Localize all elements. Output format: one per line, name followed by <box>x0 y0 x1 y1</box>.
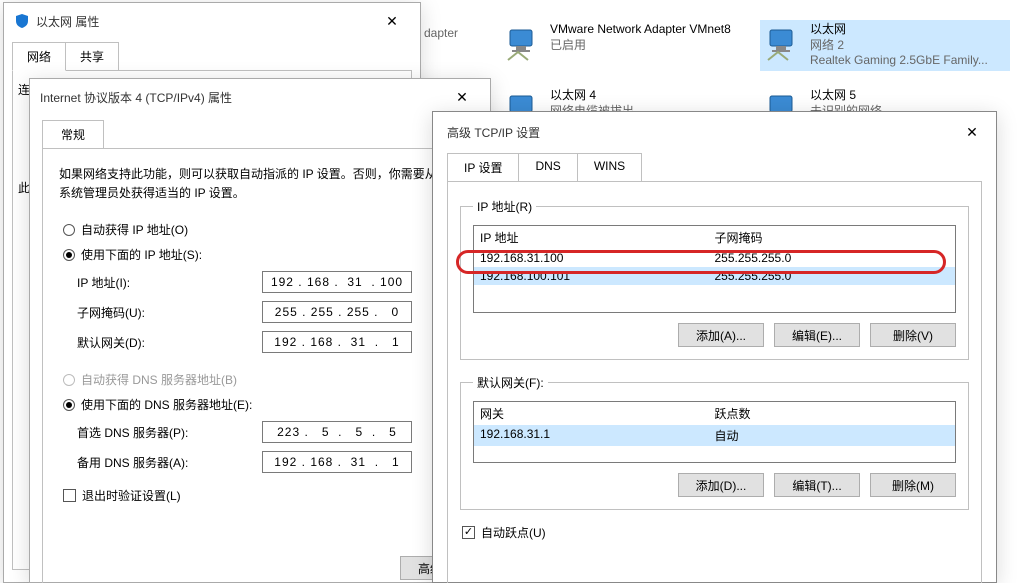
cell-gw: 192.168.31.1 <box>480 427 715 444</box>
network-name: 以太网 4 <box>550 88 634 104</box>
network-name: VMware Network Adapter VMnet8 <box>550 22 731 38</box>
radio-label: 自动获得 DNS 服务器地址(B) <box>81 371 237 388</box>
network-status: 已启用 <box>550 38 731 54</box>
advanced-tcpip-dialog: 高级 TCP/IP 设置 ✕ IP 设置 DNS WINS IP 地址(R) I… <box>432 111 997 583</box>
ip-row[interactable]: 192.168.100.101 255.255.255.0 <box>474 267 955 285</box>
dns1-row: 首选 DNS 服务器(P): <box>77 421 461 443</box>
network-icon <box>764 22 804 66</box>
tabs: 网络 共享 <box>12 41 412 70</box>
cell-mask: 255.255.255.0 <box>715 269 950 283</box>
radio-label: 使用下面的 DNS 服务器地址(E): <box>81 396 252 413</box>
add-ip-button[interactable]: 添加(A)... <box>678 323 764 347</box>
radio-auto-dns-row: 自动获得 DNS 服务器地址(B) <box>63 371 461 388</box>
edit-ip-button[interactable]: 编辑(E)... <box>774 323 860 347</box>
head-addr: IP 地址 <box>480 229 715 246</box>
ipv4-properties-dialog: Internet 协议版本 4 (TCP/IPv4) 属性 ✕ 常规 如果网络支… <box>29 78 491 583</box>
dns2-row: 备用 DNS 服务器(A): <box>77 451 461 473</box>
delete-gw-button[interactable]: 删除(M) <box>870 473 956 497</box>
cell-addr: 192.168.100.101 <box>480 269 715 283</box>
title-text: 高级 TCP/IP 设置 <box>447 124 954 141</box>
tabs: IP 设置 DNS WINS <box>447 152 982 181</box>
description-text: 如果网络支持此功能，则可以获取自动指派的 IP 设置。否则，你需要从网络系统管理… <box>59 165 461 203</box>
close-button[interactable]: ✕ <box>954 120 990 144</box>
head-mask: 子网掩码 <box>715 229 950 246</box>
checkbox-icon <box>63 489 76 502</box>
network-detail: Realtek Gaming 2.5GbE Family... <box>810 53 988 69</box>
cell-metric: 自动 <box>715 427 950 444</box>
radio-icon <box>63 249 75 261</box>
network-name: 以太网 <box>810 22 988 38</box>
tab-dns[interactable]: DNS <box>519 153 577 182</box>
network-item-vmnet8[interactable]: VMware Network Adapter VMnet8 已启用 <box>500 20 750 68</box>
group-label: IP 地址(R) <box>473 198 536 215</box>
checkbox-icon <box>462 526 475 539</box>
ip-label: IP 地址(I): <box>77 274 262 291</box>
ip-address-row: IP 地址(I): <box>77 271 461 293</box>
cell-addr: 192.168.31.100 <box>480 251 715 265</box>
delete-ip-button[interactable]: 删除(V) <box>870 323 956 347</box>
ip-row[interactable]: 192.168.31.100 255.255.255.0 <box>474 249 955 267</box>
list-header: 网关 跃点数 <box>474 402 955 425</box>
network-item-ethernet[interactable]: 以太网 网络 2 Realtek Gaming 2.5GbE Family... <box>760 20 1010 71</box>
gw-input[interactable] <box>262 331 412 353</box>
close-button[interactable]: ✕ <box>444 85 480 109</box>
title-text: 以太网 属性 <box>36 13 374 30</box>
shield-icon <box>14 13 30 29</box>
gw-row[interactable]: 192.168.31.1 自动 <box>474 425 955 446</box>
radio-label: 使用下面的 IP 地址(S): <box>81 246 202 263</box>
checkbox-label: 退出时验证设置(L) <box>82 487 181 504</box>
mask-label: 子网掩码(U): <box>77 304 262 321</box>
network-name: 以太网 5 <box>810 88 882 104</box>
head-gw: 网关 <box>480 405 715 422</box>
tab-sharing[interactable]: 共享 <box>66 42 119 71</box>
radio-icon <box>63 224 75 236</box>
dns1-label: 首选 DNS 服务器(P): <box>77 424 262 441</box>
auto-metric-row[interactable]: 自动跃点(U) <box>462 524 969 541</box>
mask-input[interactable] <box>262 301 412 323</box>
ip-list[interactable]: IP 地址 子网掩码 192.168.31.100 255.255.255.0 … <box>473 225 956 313</box>
dns1-input[interactable] <box>262 421 412 443</box>
radio-icon <box>63 399 75 411</box>
ip-input[interactable] <box>262 271 412 293</box>
tabs: 常规 <box>42 119 478 148</box>
radio-label: 自动获得 IP 地址(O) <box>81 221 188 238</box>
gw-label: 默认网关(D): <box>77 334 262 351</box>
gateway-list[interactable]: 网关 跃点数 192.168.31.1 自动 <box>473 401 956 463</box>
titlebar[interactable]: Internet 协议版本 4 (TCP/IPv4) 属性 ✕ <box>30 79 490 115</box>
tab-network[interactable]: 网络 <box>12 42 66 71</box>
bg-adapter-trunc: dapter <box>424 26 458 40</box>
head-metric: 跃点数 <box>715 405 950 422</box>
group-label: 默认网关(F): <box>473 374 548 391</box>
radio-auto-ip-row[interactable]: 自动获得 IP 地址(O) <box>63 221 461 238</box>
validate-on-exit-row[interactable]: 退出时验证设置(L) <box>63 487 461 504</box>
subnet-mask-row: 子网掩码(U): <box>77 301 461 323</box>
tab-wins[interactable]: WINS <box>578 153 642 182</box>
network-status: 网络 2 <box>810 38 988 54</box>
radio-icon <box>63 374 75 386</box>
radio-manual-ip-row[interactable]: 使用下面的 IP 地址(S): <box>63 246 461 263</box>
tab-general[interactable]: 常规 <box>42 120 104 149</box>
ip-addresses-group: IP 地址(R) IP 地址 子网掩码 192.168.31.100 255.2… <box>460 198 969 360</box>
list-header: IP 地址 子网掩码 <box>474 226 955 249</box>
network-icon <box>504 22 544 66</box>
cell-mask: 255.255.255.0 <box>715 251 950 265</box>
radio-manual-dns-row[interactable]: 使用下面的 DNS 服务器地址(E): <box>63 396 461 413</box>
title-text: Internet 协议版本 4 (TCP/IPv4) 属性 <box>40 89 444 106</box>
titlebar[interactable]: 以太网 属性 ✕ <box>4 3 420 39</box>
dns2-label: 备用 DNS 服务器(A): <box>77 454 262 471</box>
add-gw-button[interactable]: 添加(D)... <box>678 473 764 497</box>
tab-ip-settings[interactable]: IP 设置 <box>447 153 519 182</box>
checkbox-label: 自动跃点(U) <box>481 524 546 541</box>
dns2-input[interactable] <box>262 451 412 473</box>
gateways-group: 默认网关(F): 网关 跃点数 192.168.31.1 自动 添加(D)...… <box>460 374 969 510</box>
titlebar[interactable]: 高级 TCP/IP 设置 ✕ <box>433 112 996 152</box>
close-button[interactable]: ✕ <box>374 9 410 33</box>
gateway-row: 默认网关(D): <box>77 331 461 353</box>
edit-gw-button[interactable]: 编辑(T)... <box>774 473 860 497</box>
